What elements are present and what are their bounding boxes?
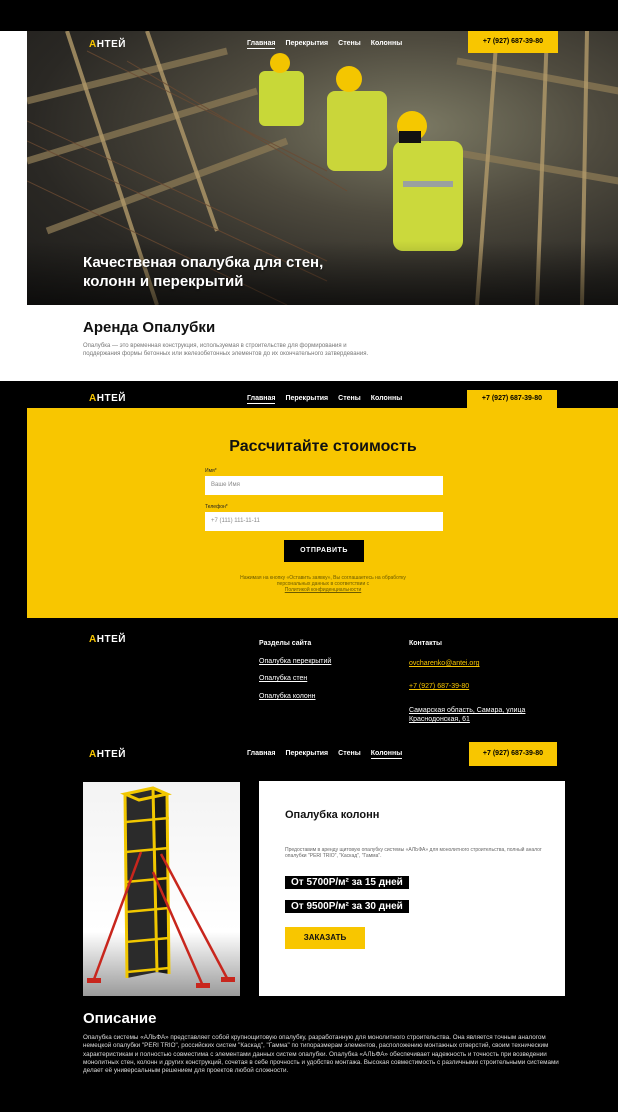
footer-logo[interactable]: АНТЕЙ	[89, 634, 126, 645]
nav-floors[interactable]: Перекрытия	[285, 40, 328, 49]
logo-letter: А	[89, 393, 97, 404]
logo-text: НТЕЙ	[96, 393, 126, 404]
consent-text: Нажимая на кнопку «Оставить заявку», Вы …	[223, 575, 423, 593]
hero-title-line2: колонн и перекрытий	[83, 273, 244, 290]
panel-margin	[0, 31, 27, 381]
product-page-panel: АНТЕЙ Главная Перекрытия Стены Колонны +…	[27, 742, 618, 1112]
top-nav: АНТЕЙ Главная Перекрытия Стены Колонны +…	[27, 390, 618, 408]
rent-title: Аренда Опалубки	[83, 319, 216, 336]
top-nav: АНТЕЙ Главная Перекрытия Стены Колонны +…	[27, 742, 618, 766]
footer-address[interactable]: Самарская область, Самара, улица Краснод…	[409, 706, 525, 724]
home-page-panel: АНТЕЙ Главная Перекрытия Стены Колонны +…	[27, 31, 618, 381]
nav-home[interactable]: Главная	[247, 40, 276, 49]
calc-form-section: Рассчитайте стоимость Имя* Ваше Имя Теле…	[27, 408, 618, 618]
rent-text: Опалубка — это временная конструкция, ис…	[83, 343, 369, 357]
submit-button[interactable]: ОТПРАВИТЬ	[284, 540, 364, 562]
nav-walls[interactable]: Стены	[338, 395, 361, 404]
nav-home[interactable]: Главная	[247, 395, 276, 404]
nav-columns[interactable]: Колонны	[370, 750, 403, 759]
name-label: Имя*	[205, 468, 217, 474]
logo[interactable]: АНТЕЙ	[89, 749, 126, 760]
logo-text: НТЕЙ	[96, 634, 126, 645]
product-description: Предоставим в аренду щитовую опалубку си…	[285, 847, 542, 859]
nav-walls[interactable]: Стены	[338, 750, 361, 759]
screenshot-frame: АНТЕЙ Главная Перекрытия Стены Колонны +…	[0, 0, 618, 1112]
phone-button[interactable]: +7 (927) 687-39-80	[468, 31, 558, 53]
footer-contacts-title: Контакты	[409, 640, 443, 647]
footer-link-floors[interactable]: Опалубка перекрытий	[259, 658, 331, 665]
order-button[interactable]: ЗАКАЗАТЬ	[285, 927, 365, 949]
logo-text: НТЕЙ	[96, 749, 126, 760]
hero-title-line1: Качественая опалубка для стен,	[83, 254, 324, 271]
logo[interactable]: АНТЕЙ	[89, 39, 126, 50]
footer: АНТЕЙ Разделы сайта Опалубка перекрытий …	[27, 618, 618, 733]
address-line2: Краснодонская, 61	[409, 716, 470, 723]
price-30-days: От 9500Р/м² за 30 дней	[285, 900, 409, 913]
logo-letter: А	[89, 749, 97, 760]
nav-menu: Главная Перекрытия Стены Колонны	[247, 40, 402, 49]
description-text: Опалубка системы «АЛЬФА» представляет со…	[83, 1034, 559, 1075]
column-formwork-picture	[87, 786, 235, 988]
product-card: Опалубка колонн Предоставим в аренду щит…	[259, 781, 565, 996]
hero-title: Качественая опалубка для стен, колонн и …	[83, 253, 363, 291]
name-input[interactable]: Ваше Имя	[205, 476, 443, 495]
footer-link-columns[interactable]: Опалубка колонн	[259, 693, 316, 700]
description-title: Описание	[83, 1010, 157, 1027]
nav-home[interactable]: Главная	[247, 750, 275, 759]
phone-button[interactable]: +7 (927) 687-39-80	[467, 390, 557, 408]
calc-page-panel: АНТЕЙ Главная Перекрытия Стены Колонны +…	[27, 390, 618, 733]
logo-letter: А	[89, 634, 97, 645]
nav-columns[interactable]: Колонны	[371, 40, 402, 49]
logo-letter: А	[89, 39, 97, 50]
phone-input[interactable]: +7 (111) 111-11-11	[205, 512, 443, 531]
nav-menu: Главная Перекрытия Стены Колонны	[247, 750, 403, 759]
top-nav: АНТЕЙ Главная Перекрытия Стены Колонны +…	[27, 31, 618, 61]
logo[interactable]: АНТЕЙ	[89, 393, 126, 404]
privacy-policy-link[interactable]: Политикой конфиденциальности	[223, 587, 423, 593]
nav-walls[interactable]: Стены	[338, 40, 361, 49]
logo-text: НТЕЙ	[96, 39, 126, 50]
footer-sections-title: Разделы сайта	[259, 640, 312, 647]
footer-link-walls[interactable]: Опалубка стен	[259, 675, 307, 682]
phone-label: Телефон*	[205, 504, 228, 510]
footer-email-link[interactable]: ovcharenko@antei.org	[409, 660, 480, 667]
price-15-days: От 5700Р/м² за 15 дней	[285, 876, 409, 889]
product-image	[83, 782, 240, 996]
nav-floors[interactable]: Перекрытия	[285, 750, 328, 759]
phone-button[interactable]: +7 (927) 687-39-80	[469, 742, 557, 766]
footer-phone-link[interactable]: +7 (927) 687-39-80	[409, 683, 469, 690]
hero-image: АНТЕЙ Главная Перекрытия Стены Колонны +…	[27, 31, 618, 305]
nav-columns[interactable]: Колонны	[371, 395, 402, 404]
calc-title: Рассчитайте стоимость	[229, 438, 417, 455]
nav-floors[interactable]: Перекрытия	[285, 395, 328, 404]
address-line1: Самарская область, Самара, улица	[409, 707, 526, 714]
nav-menu: Главная Перекрытия Стены Колонны	[247, 395, 402, 404]
product-title: Опалубка колонн	[285, 809, 380, 821]
